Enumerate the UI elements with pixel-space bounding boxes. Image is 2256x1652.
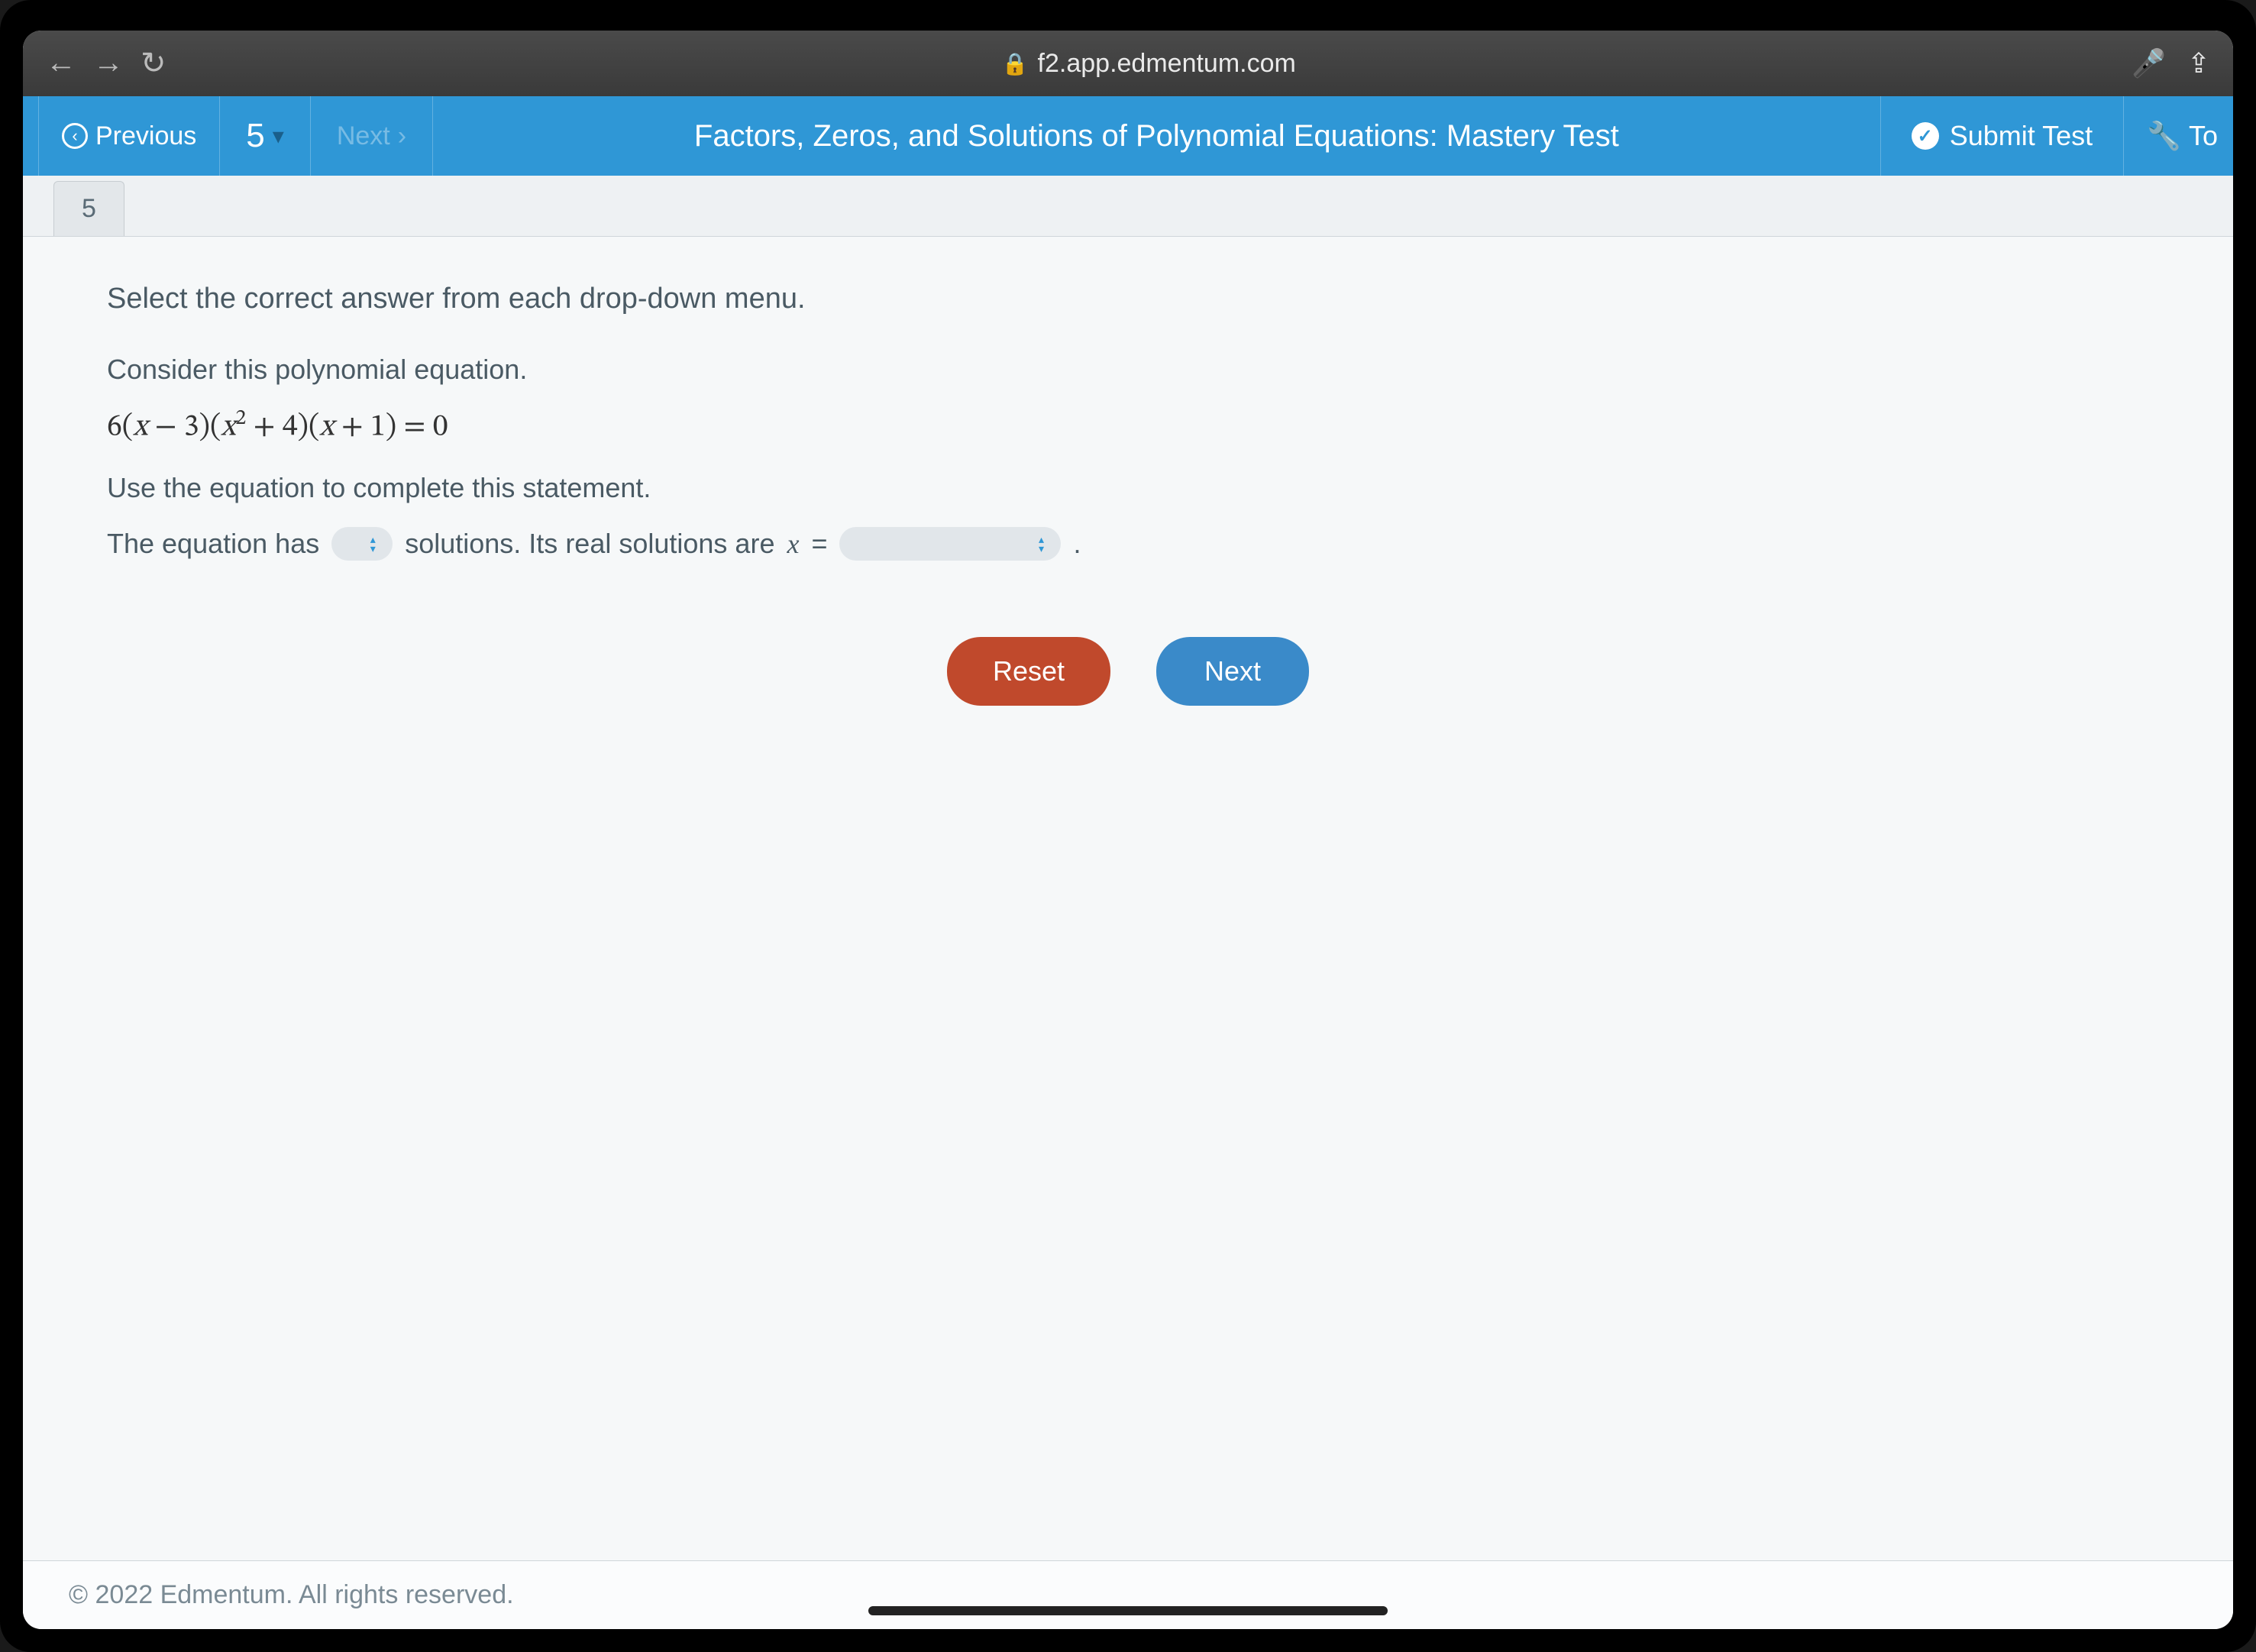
equals-sign: = [811,528,827,560]
updown-icon: ▴▾ [1032,533,1050,554]
reset-button[interactable]: Reset [947,637,1110,706]
header-next-button: Next › [311,96,433,176]
chevron-down-icon: ▾ [273,123,284,150]
previous-button[interactable]: ‹ Previous [38,96,220,176]
question-number-value: 5 [246,117,264,155]
dropdown-solution-count[interactable]: ▴▾ [331,527,393,561]
equation-display: 6(x − 3)(x2 + 4)(x + 1) = 0 [107,406,2149,446]
tab-label: 5 [82,194,96,223]
browser-forward-icon[interactable]: → [93,46,124,81]
browser-back-icon[interactable]: ← [46,46,76,81]
check-icon: ✓ [1912,122,1939,150]
share-icon[interactable]: ⇪ [2187,47,2210,79]
tools-button[interactable]: 🔧 To [2123,96,2233,176]
copyright-text: © 2022 Edmentum. All rights reserved. [69,1580,514,1610]
arrow-left-icon: ‹ [62,123,88,149]
browser-refresh-icon[interactable]: ↻ [141,46,166,81]
previous-label: Previous [95,121,196,151]
next-button[interactable]: Next [1156,637,1309,706]
arrow-right-icon: › [398,121,406,151]
fill-in-statement: The equation has ▴▾ solutions. Its real … [107,527,2149,561]
tab-question-5[interactable]: 5 [53,181,124,236]
question-content: Select the correct answer from each drop… [23,237,2233,1560]
url-text: f2.app.edmentum.com [1038,49,1296,79]
header-next-label: Next [337,121,390,151]
submit-label: Submit Test [1950,120,2093,152]
prompt-line1: Consider this polynomial equation. [107,354,2149,386]
wrench-icon: 🔧 [2147,120,2181,152]
home-indicator[interactable] [868,1606,1388,1615]
submit-test-button[interactable]: ✓ Submit Test [1880,96,2123,176]
lock-icon: 🔒 [1002,51,1029,76]
tab-strip: 5 [23,176,2233,237]
tools-label: To [2189,120,2218,152]
action-row: Reset Next [107,637,2149,706]
updown-icon: ▴▾ [364,533,382,554]
test-title: Factors, Zeros, and Solutions of Polynom… [433,119,1880,154]
stmt-part-b: solutions. Its real solutions are [405,528,774,560]
dropdown-real-solutions[interactable]: ▴▾ [839,527,1061,561]
prompt-line2: Use the equation to complete this statem… [107,472,2149,504]
mic-icon[interactable]: 🎤 [2132,47,2166,79]
instruction-text: Select the correct answer from each drop… [107,283,2149,315]
stmt-period: . [1073,528,1081,560]
question-number-dropdown[interactable]: 5 ▾ [220,96,311,176]
browser-address-bar: ← → ↻ 🔒 f2.app.edmentum.com 🎤 ⇪ [23,31,2233,96]
footer: © 2022 Edmentum. All rights reserved. [23,1560,2233,1629]
stmt-part-a: The equation has [107,528,319,560]
app-header: ‹ Previous 5 ▾ Next › Factors, Zeros, an… [23,96,2233,176]
url-display[interactable]: 🔒 f2.app.edmentum.com [188,49,2110,79]
variable-x: x [787,528,799,560]
